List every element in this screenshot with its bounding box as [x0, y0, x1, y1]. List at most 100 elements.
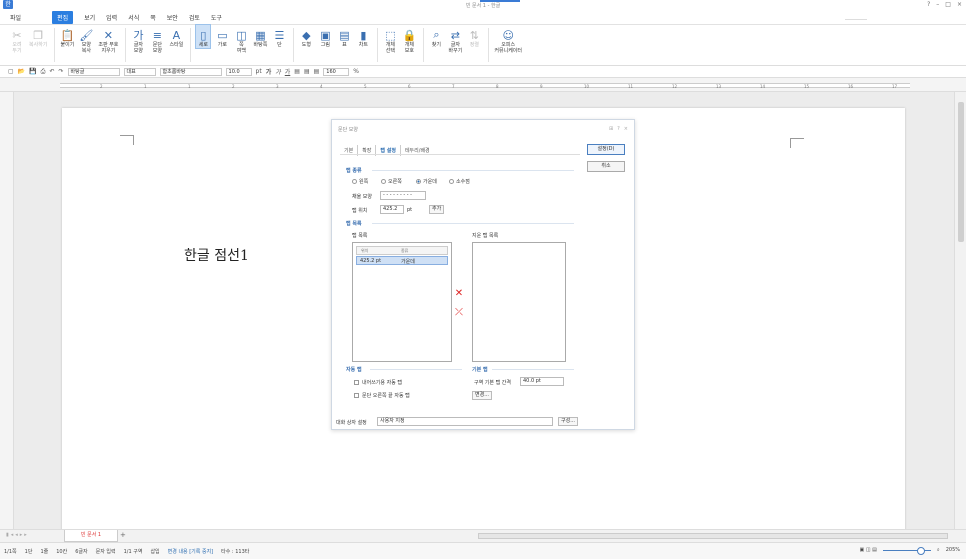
- status-item[interactable]: 1줄: [40, 548, 48, 555]
- dialog-close-icon[interactable]: ×: [624, 126, 628, 132]
- menu-search-box[interactable]: [845, 14, 867, 20]
- radio-right[interactable]: 오른쪽: [381, 178, 402, 185]
- menu-file[interactable]: 파일: [10, 13, 21, 22]
- dialog-help-icon[interactable]: ?: [617, 126, 620, 132]
- table-row[interactable]: 425.2 pt 가운데: [356, 256, 448, 265]
- ribbon-button[interactable]: ❐ 복사하기: [29, 25, 47, 49]
- ribbon-button[interactable]: ≡ 문단 모양: [150, 25, 164, 55]
- lang-select[interactable]: 대표: [123, 67, 156, 76]
- view-mode-icon[interactable]: ▣ ◫ ▤: [860, 547, 877, 553]
- indent-auto-tab-checkbox[interactable]: 내어쓰기용 자동 탭: [354, 379, 402, 386]
- tab-position-unit[interactable]: pt: [407, 207, 412, 213]
- delete-all-tabs-icon[interactable]: ⤫: [454, 308, 464, 318]
- tab-nav-arrows[interactable]: ▮◂◂▸▸: [6, 532, 29, 538]
- status-item[interactable]: 10칸: [56, 548, 67, 555]
- save-icon[interactable]: 💾: [29, 68, 36, 75]
- menu-insert[interactable]: 입력: [106, 13, 117, 22]
- ribbon-button[interactable]: ⬚ 개체 선택: [383, 25, 397, 55]
- tab-position-input[interactable]: 425.2: [380, 205, 404, 214]
- change-button[interactable]: 변경...: [472, 391, 492, 400]
- zoom-input[interactable]: 160: [323, 67, 350, 76]
- menu-tools[interactable]: 도구: [211, 13, 222, 22]
- tab-listbox[interactable]: 위치 종류 425.2 pt 가운데: [352, 242, 452, 362]
- menu-format[interactable]: 서식: [128, 13, 139, 22]
- horizontal-scrollbar[interactable]: [478, 533, 948, 539]
- status-item[interactable]: 1/1 구역: [124, 548, 143, 555]
- underline-button[interactable]: 가: [285, 67, 291, 76]
- radio-decimal[interactable]: 소수점: [449, 178, 470, 185]
- ribbon-button[interactable]: ▮ 차트: [356, 25, 370, 49]
- add-tab-icon[interactable]: +: [120, 531, 126, 539]
- ribbon-button[interactable]: ⇅ 정렬: [467, 25, 481, 49]
- close-icon[interactable]: ×: [957, 1, 962, 8]
- scroll-thumb[interactable]: [958, 102, 964, 242]
- status-item[interactable]: 6글자: [75, 548, 87, 555]
- col-position[interactable]: 위치: [361, 248, 368, 254]
- status-item[interactable]: 문자 입력: [96, 548, 116, 555]
- ribbon-button[interactable]: ▣ 그림: [318, 25, 332, 49]
- new-doc-icon[interactable]: ▢: [8, 68, 14, 75]
- align-right-icon[interactable]: ▤: [314, 68, 320, 75]
- ribbon-button[interactable]: ☰ 단: [272, 25, 286, 49]
- configure-button[interactable]: 구성...: [558, 417, 578, 426]
- add-tab-button[interactable]: 추가: [429, 205, 445, 214]
- ribbon-button[interactable]: ⇄ 글자 바꾸기: [448, 25, 463, 55]
- ribbon-button[interactable]: ☺ 오피스 커뮤니케이터: [494, 25, 522, 55]
- ribbon-button[interactable]: ✂ 오려 두기: [10, 25, 24, 55]
- dialog-expand-icon[interactable]: ⊞: [609, 126, 613, 132]
- zoom-unit[interactable]: %: [353, 68, 359, 75]
- minimize-icon[interactable]: –: [936, 1, 939, 8]
- font-size-input[interactable]: 10.0: [225, 67, 252, 76]
- ribbon-button[interactable]: ▯ 세로: [195, 24, 212, 49]
- menu-security[interactable]: 보안: [167, 13, 178, 22]
- ribbon-button[interactable]: 📋 붙이기: [60, 25, 75, 49]
- document-tab[interactable]: 빈 문서 1: [64, 530, 118, 542]
- redo-icon[interactable]: ↷: [58, 68, 63, 75]
- align-center-icon[interactable]: ▤: [304, 68, 310, 75]
- vertical-ruler[interactable]: [0, 92, 14, 529]
- menu-edit[interactable]: 편집: [52, 10, 74, 24]
- ribbon-button[interactable]: ◆ 도형: [299, 25, 313, 49]
- col-kind[interactable]: 종류: [401, 248, 408, 254]
- italic-button[interactable]: 가: [275, 67, 281, 76]
- menu-page[interactable]: 쪽: [150, 13, 156, 22]
- font-select[interactable]: 함초롬바탕: [159, 67, 222, 76]
- ok-button[interactable]: 설정(D): [587, 144, 625, 155]
- ribbon-button[interactable]: 가 글자 모양: [131, 25, 145, 54]
- menu-review[interactable]: 검토: [189, 13, 200, 22]
- status-item[interactable]: 타수 : 113타: [221, 548, 249, 555]
- size-unit[interactable]: pt: [256, 68, 262, 75]
- cancel-button[interactable]: 취소: [587, 161, 625, 172]
- open-icon[interactable]: 📂: [18, 68, 25, 75]
- para-end-auto-tab-checkbox[interactable]: 문단 오른쪽 끝 자동 탭: [354, 392, 410, 399]
- ribbon-button[interactable]: ✕ 조판 부호 지우기: [98, 25, 118, 55]
- style-select[interactable]: 바탕글: [67, 67, 120, 76]
- maximize-icon[interactable]: □: [945, 1, 951, 8]
- horizontal-ruler[interactable]: 2 1 1 2 3 4 5 6 7 8 9 10 11 12 13 14 15 16 17: [0, 78, 966, 92]
- document-body-text[interactable]: 한글 점선1: [184, 245, 249, 265]
- print-icon[interactable]: ⎙: [41, 68, 46, 76]
- dialog-settings-select[interactable]: 사용자 지정: [377, 417, 553, 426]
- undo-icon[interactable]: ↶: [49, 68, 54, 75]
- bold-button[interactable]: 가: [266, 67, 272, 76]
- zoom-level[interactable]: 205%: [946, 547, 960, 553]
- ribbon-button[interactable]: 🔒 개체 보호: [402, 25, 417, 55]
- zoom-icon[interactable]: ⌕: [937, 547, 940, 553]
- status-item[interactable]: 1단: [25, 548, 33, 555]
- ribbon-button[interactable]: A 스타일: [169, 25, 184, 49]
- ribbon-button[interactable]: ▦ 바탕쪽: [253, 25, 268, 49]
- radio-left[interactable]: 왼쪽: [352, 178, 368, 185]
- ribbon-button[interactable]: ▤ 표: [337, 25, 351, 49]
- align-left-icon[interactable]: ▤: [294, 68, 300, 75]
- ribbon-button[interactable]: ⌕ 찾기: [429, 25, 443, 48]
- delete-tab-icon[interactable]: ✕: [454, 289, 464, 299]
- ribbon-button[interactable]: ◫ 쪽 여백: [234, 25, 248, 55]
- ribbon-button[interactable]: 🖌 모양 복사: [79, 25, 93, 55]
- status-item[interactable]: 1/1쪽: [4, 548, 17, 555]
- radio-center[interactable]: 가운데: [416, 178, 437, 185]
- menu-view[interactable]: 보기: [84, 13, 95, 22]
- status-item[interactable]: 삽입: [150, 548, 159, 555]
- ribbon-button[interactable]: ▭ 가로: [215, 25, 229, 49]
- status-item[interactable]: 변경 내용 [기록 중지]: [168, 548, 213, 555]
- help-icon[interactable]: ?: [927, 1, 930, 8]
